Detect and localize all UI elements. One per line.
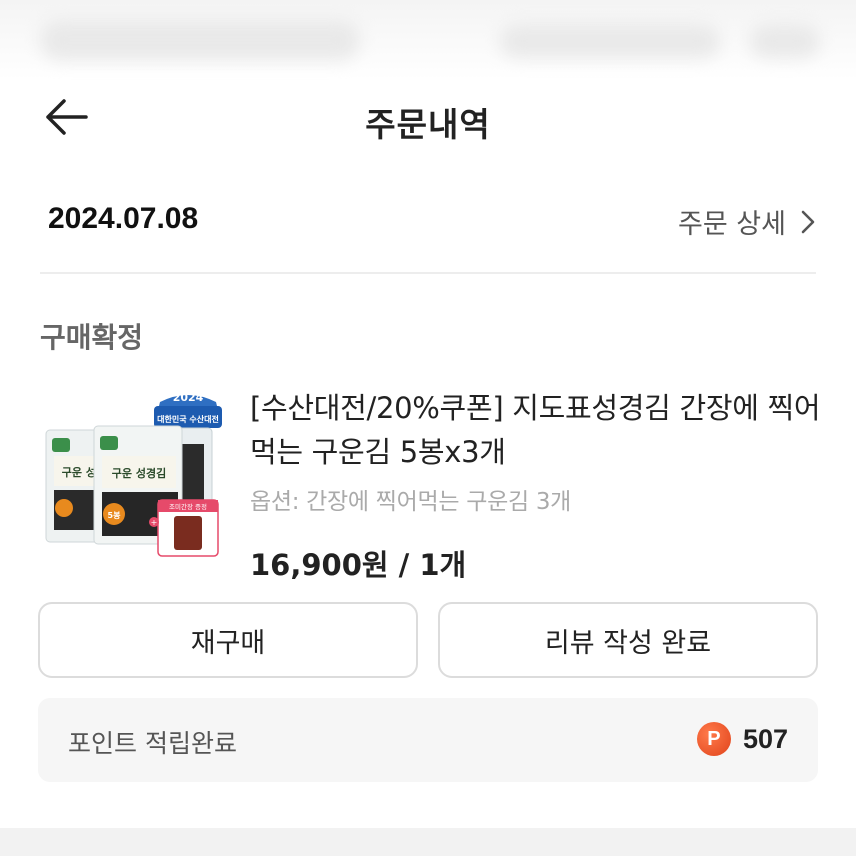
points-label: 포인트 적립완료 [68,729,237,758]
product-image: 2024 대한민국 수산대전 구운 성경김 구운 성경김 5봉 조미간장 증정 [45,391,222,557]
order-detail-label: 주문 상세 [678,209,786,240]
order-date: 2024.07.08 [48,202,199,235]
review-complete-button[interactable]: 리뷰 작성 완료 [438,602,818,678]
order-history-page: 주문내역 2024.07.08 주문 상세 구매확정 2024 대한민국 수산대… [0,0,856,856]
badge-year: 2024 [173,391,204,404]
points-value: 507 [742,723,788,754]
section-separator [0,828,856,856]
page-title: 주문내역 [365,105,491,144]
product-option: 옵션: 간장에 찍어먹는 구운김 3개 [250,489,572,515]
divider [40,272,816,274]
chevron-right-icon [801,210,815,233]
order-detail-link[interactable]: 주문 상세 [678,202,816,241]
badge-text: 대한민국 수산대전 [157,414,219,424]
points-box: 포인트 적립완료 P 507 [38,698,818,782]
product-thumbnail[interactable]: 2024 대한민국 수산대전 구운 성경김 구운 성경김 5봉 조미간장 증정 [42,386,228,562]
order-status: 구매확정 [40,321,144,354]
pack-brand-middle: 구운 성경김 [112,466,166,480]
points-value-group: P 507 [696,722,788,756]
product-name: [수산대전/20%쿠폰] 지도표성경김 간장에 찍어먹는 구운김 5봉x3개 [250,391,821,469]
point-coin-icon: P [696,722,731,756]
rebuy-button[interactable]: 재구매 [38,602,418,678]
pack-count: 5봉 [108,510,122,520]
product-price: 16,900원 / 1개 [250,548,467,582]
header: 주문내역 [0,82,856,152]
product-info[interactable]: [수산대전/20%쿠폰] 지도표성경김 간장에 찍어먹는 구운김 5봉x3개 옵… [250,386,830,584]
order-date-row: 2024.07.08 주문 상세 [48,196,816,246]
gift-label: 조미간장 증정 [169,502,207,511]
status-bar [0,0,856,80]
svg-text:+: + [151,518,158,527]
